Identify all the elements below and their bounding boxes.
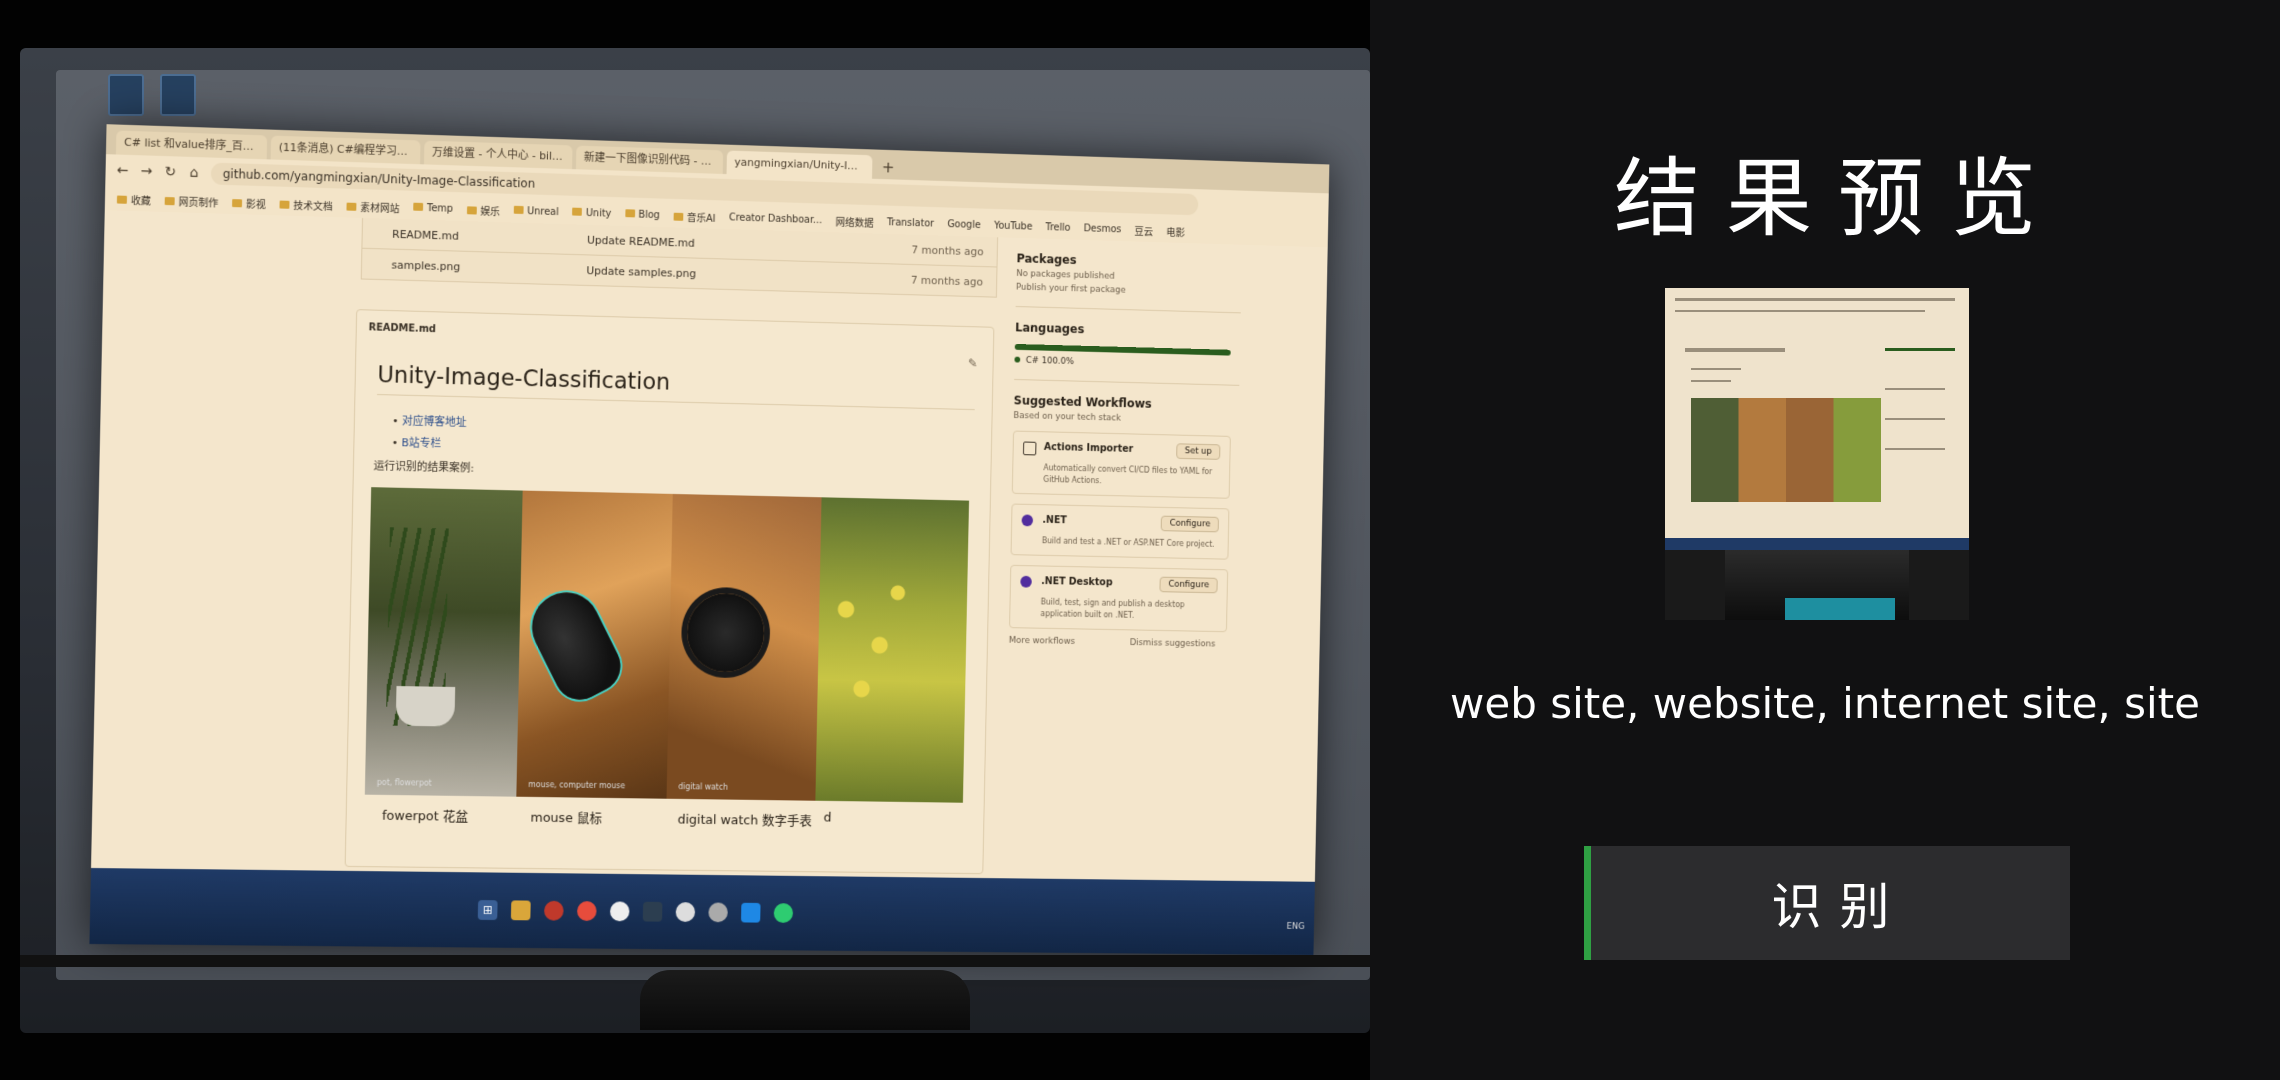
app-icon [642,901,663,922]
home-icon: ⌂ [189,164,199,182]
app-icon [708,902,728,923]
bookmark-item: 素材网站 [346,198,400,215]
workflow-card: .NET Configure Build and test a .NET or … [1010,503,1230,560]
bookmark-item: 音乐AI [673,208,716,224]
desktop-icons [108,74,196,116]
back-icon: ← [116,162,129,179]
more-workflows-link: More workflows [1008,635,1076,647]
bookmark-item: Temp [413,202,453,214]
thumbnail-screen [1665,288,1969,538]
vscode-icon [740,902,761,923]
language-item: C# 100.0% [1014,356,1239,372]
bookmark-item: Blog [624,208,660,221]
sample-image-flowers [815,497,970,803]
thumbnail-taskbar [1665,538,1969,550]
forward-icon: → [140,163,153,180]
readme-link: 对应博客地址 [392,412,467,430]
bookmark-item: Unreal [513,205,559,218]
bookmark-item: 技术文档 [279,196,333,213]
bookmark-item: Desmos [1083,222,1122,235]
sample-image-flowerpot: pot, flowerpot [364,487,523,797]
folder-icon [510,900,531,921]
readme-panel: README.md ✎ Unity-Image-Classification 对… [344,309,995,875]
desktop-icon [108,74,144,116]
readme-links: 对应博客地址 B站专栏 [391,412,466,457]
app-root: C# list 和value排序_百度搜索 (11条消息) C#编程学习42: … [0,0,2280,1080]
start-icon: ⊞ [477,900,498,921]
classification-result: web site, website, internet site, site [1450,679,2200,728]
new-tab-icon: + [881,157,895,177]
desk-edge [20,955,1370,967]
language-bar [1014,343,1231,356]
readme-note: 运行识别的结果案例: [373,459,475,475]
bookmark-item: 网络数据 [835,217,874,230]
bookmark-item: Translator [886,216,935,230]
workflows-subheading: Based on your tech stack [1013,411,1121,424]
monitor-screen: C# list 和value排序_百度搜索 (11条消息) C#编程学习42: … [89,124,1330,956]
sample-caption: digital watch 数字手表 [677,812,812,830]
bookmark-item: Google [947,218,981,231]
thumbnail-sample-images [1691,398,1881,502]
bookmark-item: YouTube [993,220,1033,233]
bookmark-item: Unity [572,207,612,219]
workflow-card: Actions Importer Set up Automatically co… [1011,430,1231,499]
wechat-icon [773,903,794,923]
sample-images: pot, flowerpot mouse, computer mouse dig… [364,487,970,803]
bookmark-item: Creator Dashboar... [728,211,823,226]
workflow-configure-button: Configure [1161,515,1219,533]
pencil-icon: ✎ [967,356,978,371]
workflow-configure-button: Configure [1159,576,1218,594]
workflow-footer: More workflows Dismiss suggestions [1009,636,1216,650]
identify-button[interactable]: 识别 [1584,846,2070,960]
sample-caption: fowerpot 花盆 [381,808,469,825]
workflow-card: .NET Desktop Configure Build, test, sign… [1009,564,1229,633]
system-tray: ENG [1286,922,1305,932]
workflow-icon [1022,441,1037,456]
dismiss-link: Dismiss suggestions [1129,638,1216,650]
readme-label: README.md [368,322,437,336]
github-page: README.md Update README.md 7 months ago … [91,210,1328,956]
reload-icon: ↻ [164,164,177,181]
sample-caption: mouse 鼠标 [530,810,603,827]
chrome-icon [543,900,564,921]
packages-heading: Packages [1016,251,1077,267]
camera-preview: C# list 和value排序_百度搜索 (11条消息) C#编程学习42: … [0,0,1370,1080]
workflows-heading: Suggested Workflows [1013,393,1152,411]
result-panel: 结果预览 web site, website, internet site, s… [1370,0,2280,1080]
app-icon [576,901,597,921]
bookmark-item: 影视 [232,195,266,211]
bookmark-item: 娱乐 [466,202,500,218]
packages-note: Publish your first package [1015,282,1126,296]
languages-heading: Languages [1015,320,1085,337]
sample-captions: fowerpot 花盆 mouse 鼠标 digital watch 数字手表 … [382,805,980,831]
workflow-setup-button: Set up [1176,443,1221,460]
bookmark-item: 网页制作 [164,192,219,209]
panel-title: 结果预览 [1614,149,2062,249]
windows-taskbar: ⊞ ENG [89,867,1315,956]
bookmark-item: 收藏 [116,191,151,207]
monitor-stand [640,970,970,1030]
bookmark-item: Trello [1045,221,1071,234]
readme-title: Unity-Image-Classification [377,362,976,411]
captured-thumbnail [1665,288,1969,620]
bookmark-item: 豆云 [1134,226,1154,238]
bookmark-item: 电影 [1166,227,1186,239]
app-icon [609,901,630,922]
sample-image-mouse: mouse, computer mouse [516,490,673,799]
unity-icon [675,902,696,922]
desktop-icon [160,74,196,116]
sample-image-watch: digital watch [666,493,822,801]
repo-sidebar: Packages No packages published Publish y… [1006,238,1242,786]
readme-link: B站专栏 [392,434,467,452]
sample-caption: d [823,810,832,826]
